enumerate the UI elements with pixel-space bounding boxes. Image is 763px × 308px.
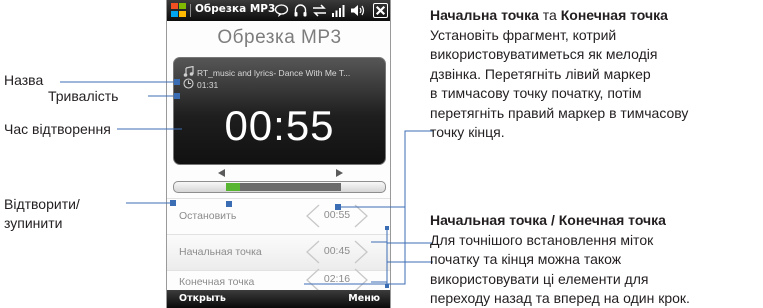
marker-row [173, 167, 386, 181]
markers-line: дзвінка. Перетягніть лівий маркер [430, 65, 651, 82]
start-point-stepper: 00:45 [305, 240, 369, 264]
steppers-line: Для точнішого встановлення міток [430, 231, 654, 248]
close-icon[interactable] [373, 3, 388, 18]
windows-start-icon[interactable] [171, 3, 187, 18]
steppers-heading: Начальная точка / Конечная точка [430, 212, 666, 228]
end-point-label: Конечная точка [179, 276, 255, 288]
stop-button[interactable]: Остановить [179, 210, 236, 222]
track-info-panel: RT_music and lyrics- Dance With Me T... … [173, 57, 386, 165]
end-point-stepper: 02:16 [305, 268, 369, 292]
message-icon[interactable] [274, 3, 289, 18]
phone-screen: Обрезка МР3 Обрезка МР3 RT_music and lyr… [166, 0, 391, 308]
step-back-icon[interactable] [305, 268, 320, 292]
markers-line: точку кінця. [430, 124, 505, 140]
window-title: Обрезка МР3 [195, 3, 276, 15]
stop-row: Остановить 00:55 [167, 198, 390, 234]
music-note-icon [183, 66, 194, 77]
headset-icon[interactable] [293, 3, 308, 18]
end-marker-handle[interactable] [335, 169, 343, 177]
start-point-row: Начальная точка 00:45 [167, 234, 390, 270]
open-softkey[interactable]: Открыть [179, 293, 226, 304]
menu-softkey[interactable]: Меню [348, 293, 380, 304]
volume-icon[interactable] [350, 3, 365, 18]
steppers-line: переходу назад та вперед на один крок. [430, 290, 690, 306]
timeline-selected-segment [240, 183, 341, 191]
track-duration: 01:31 [197, 80, 219, 90]
markers-line: Установіть фрагмент, котрий [430, 26, 617, 43]
app-heading: Обрезка МР3 [217, 27, 342, 48]
callout-name: Назва [4, 72, 44, 88]
callout-duration: Тривалість [48, 88, 119, 104]
softkey-bar: Открыть Меню [167, 290, 390, 308]
signal-icon[interactable] [331, 3, 346, 18]
end-point-value: 02:16 [323, 273, 351, 285]
markers-line: використовуватиметься як мелодія [430, 46, 658, 62]
markers-line: перетягніть правий маркер в тимчасову [430, 104, 689, 121]
markers-line: в тимчасову точку початку, потім [430, 85, 642, 101]
stop-time-value: 00:55 [323, 209, 351, 221]
start-point-value: 00:45 [323, 245, 351, 257]
steppers-line: використовувати ці елементи для [430, 270, 649, 287]
timeline-played-segment [226, 183, 240, 191]
track-name: RT_music and lyrics- Dance With Me T... [197, 68, 351, 78]
playback-time: 00:55 [224, 102, 335, 149]
callout-play-stop-2: зупинити [4, 215, 63, 231]
step-forward-icon[interactable] [354, 268, 369, 292]
title-bar: Обрезка МР3 [167, 0, 390, 21]
trim-timeline[interactable] [173, 181, 386, 193]
steppers-description: Начальная точка / Конечная точка Для точ… [430, 211, 760, 308]
end-point-row: Конечная точка 02:16 [167, 268, 390, 292]
start-point-label: Начальная точка [179, 246, 262, 258]
markers-description: Начальна точка та Конечная точка Установ… [430, 6, 760, 143]
step-back-icon[interactable] [305, 204, 320, 228]
stop-time-stepper: 00:55 [305, 204, 369, 228]
step-forward-icon[interactable] [354, 204, 369, 228]
callout-playback-time: Час відтворення [4, 121, 111, 137]
sync-icon[interactable] [312, 3, 327, 18]
title-separator [190, 4, 191, 17]
clock-icon [183, 78, 194, 89]
step-back-icon[interactable] [305, 240, 320, 264]
start-marker-handle[interactable] [218, 169, 226, 177]
callout-play-stop-1: Відтворити/ [4, 196, 80, 212]
step-forward-icon[interactable] [354, 240, 369, 264]
steppers-line: початку та кінця можна також [430, 251, 622, 267]
markers-heading: Начальна точка та Конечная точка [430, 7, 668, 23]
